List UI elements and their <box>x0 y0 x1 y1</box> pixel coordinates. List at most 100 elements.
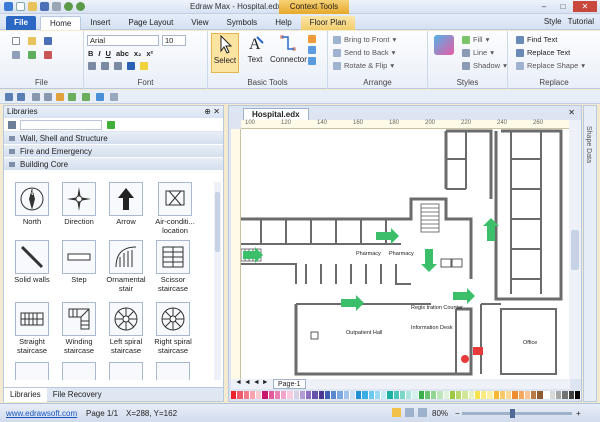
find-text-row[interactable]: Find Text <box>516 35 557 44</box>
app-icon[interactable] <box>4 2 13 11</box>
shape-data-sidebar[interactable]: Shape Data <box>583 105 597 402</box>
new-icon[interactable] <box>16 2 25 11</box>
zoom-slider[interactable] <box>462 409 572 418</box>
shape-north[interactable]: N North <box>8 182 56 226</box>
pin-icon[interactable]: ⊕ <box>204 106 211 118</box>
tab-page-layout[interactable]: Page Layout <box>119 16 182 30</box>
font-name-combo[interactable]: Arial <box>87 35 159 46</box>
font-size-combo[interactable]: 10 <box>162 35 186 46</box>
subscript-button[interactable]: x₂ <box>134 49 142 58</box>
canvas-scroll-thumb[interactable] <box>571 230 579 270</box>
tab-view[interactable]: View <box>182 16 217 30</box>
undo-small-icon[interactable] <box>5 93 13 101</box>
tab-help[interactable]: Help <box>266 16 300 30</box>
zoom-thumb[interactable] <box>510 409 515 418</box>
shape-partial-1[interactable] <box>8 362 56 380</box>
text-button[interactable]: A Text <box>242 33 268 73</box>
shape-solid-walls[interactable]: Solid walls <box>8 240 56 284</box>
close-doc-icon[interactable] <box>44 51 52 59</box>
shape-air-conditioner[interactable]: Air-conditi... location <box>149 182 201 235</box>
open-folder-icon[interactable] <box>28 37 36 45</box>
shape-right-spiral[interactable]: Right spiral staircase <box>149 302 197 355</box>
tab-home[interactable]: Home <box>40 16 82 30</box>
rect-tool-icon[interactable] <box>308 46 316 54</box>
shape-left-spiral[interactable]: Left spiral staircase <box>102 302 150 355</box>
highlight-icon[interactable] <box>140 62 148 70</box>
shape-scissor-staircase[interactable]: Scissor staircase <box>149 240 197 293</box>
shape-ornamental-stair[interactable]: Ornamental stair <box>102 240 150 293</box>
page-tab[interactable]: Page-1 <box>273 379 306 389</box>
group-icon[interactable] <box>82 93 90 101</box>
document-tab[interactable]: Hospital.edx <box>243 108 309 120</box>
view-normal-icon[interactable] <box>392 408 401 417</box>
print-icon[interactable] <box>52 2 61 11</box>
rotate-flip-row[interactable]: Rotate & Flip ▾ <box>333 61 394 70</box>
doc-close-icon[interactable]: ✕ <box>568 108 575 117</box>
footer-tab-libraries[interactable]: Libraries <box>4 387 47 402</box>
scroll-thumb[interactable] <box>215 192 220 252</box>
italic-button[interactable]: I <box>98 49 100 58</box>
tab-symbols[interactable]: Symbols <box>218 16 267 30</box>
export-icon[interactable] <box>28 51 36 59</box>
shape-direction[interactable]: Direction <box>55 182 103 226</box>
library-menu-icon[interactable] <box>8 121 16 129</box>
line-tool-icon[interactable] <box>308 35 316 43</box>
align-right-icon[interactable] <box>114 62 122 70</box>
footer-tab-file-recovery[interactable]: File Recovery <box>47 388 108 402</box>
new-doc-icon[interactable] <box>12 37 20 45</box>
line-row[interactable]: Line ▾ <box>462 48 494 57</box>
tab-floor-plan[interactable]: Floor Plan <box>300 16 356 30</box>
align-center-icon[interactable] <box>101 62 109 70</box>
shape-partial-2[interactable] <box>55 362 103 380</box>
undo-icon[interactable] <box>64 2 73 11</box>
replace-shape-row[interactable]: Replace Shape ▾ <box>516 61 585 70</box>
send-back-row[interactable]: Send to Back ▾ <box>333 48 395 57</box>
library-dropdown[interactable] <box>20 120 102 130</box>
page-nav-arrows[interactable]: ◄◄◄► <box>235 379 271 386</box>
align-icon[interactable] <box>96 93 104 101</box>
palette-swatch[interactable] <box>574 391 581 399</box>
view-fit-icon[interactable] <box>418 408 427 417</box>
font-color-icon[interactable] <box>127 62 135 70</box>
replace-text-row[interactable]: Replace Text <box>516 48 570 57</box>
panel-close-icon[interactable]: ✕ <box>213 106 220 118</box>
paste-icon[interactable] <box>56 93 64 101</box>
select-button[interactable]: Select <box>211 33 239 73</box>
print-preview-icon[interactable] <box>12 51 20 59</box>
open-icon[interactable] <box>28 2 37 11</box>
maximize-icon[interactable]: □ <box>554 1 572 12</box>
superscript-button[interactable]: x² <box>146 49 153 58</box>
category-wall-shell[interactable]: Wall, Shell and Structure <box>4 132 223 145</box>
shape-step[interactable]: Step <box>55 240 103 284</box>
more-tools-icon[interactable] <box>110 93 118 101</box>
format-painter-icon[interactable] <box>68 93 76 101</box>
underline-button[interactable]: U <box>106 49 111 58</box>
align-left-icon[interactable] <box>88 62 96 70</box>
arc-tool-icon[interactable] <box>308 57 316 65</box>
save-icon[interactable] <box>40 2 49 11</box>
minimize-icon[interactable]: – <box>535 1 553 12</box>
shadow-row[interactable]: Shadow ▾ <box>462 61 507 70</box>
cut-icon[interactable] <box>32 93 40 101</box>
zoom-in-icon[interactable]: + <box>576 409 581 418</box>
floor-plan-canvas[interactable]: Pharmacy Pharmacy Outpatient Hall Regis … <box>241 129 570 379</box>
zoom-out-icon[interactable]: − <box>455 409 460 418</box>
bold-button[interactable]: B <box>88 49 93 58</box>
style-menu[interactable]: Style <box>544 17 562 26</box>
tutorial-menu[interactable]: Tutorial <box>568 17 594 26</box>
canvas-vertical-scrollbar[interactable] <box>569 120 581 379</box>
connector-button[interactable]: Connector <box>270 33 307 73</box>
library-scrollbar[interactable] <box>214 182 221 380</box>
context-tools-tab[interactable]: Context Tools <box>279 0 349 14</box>
category-building-core[interactable]: Building Core <box>4 158 223 171</box>
category-fire-emergency[interactable]: Fire and Emergency <box>4 145 223 158</box>
bring-front-row[interactable]: Bring to Front ▾ <box>333 35 396 44</box>
copy-icon[interactable] <box>44 93 52 101</box>
tab-insert[interactable]: Insert <box>81 16 119 30</box>
quick-style-button[interactable] <box>432 35 456 57</box>
strike-button[interactable]: abc <box>116 49 129 58</box>
redo-small-icon[interactable] <box>17 93 25 101</box>
shape-winding-staircase[interactable]: Winding staircase <box>55 302 103 355</box>
shape-arrow[interactable]: Arrow <box>102 182 150 226</box>
file-menu-button[interactable]: File <box>6 16 36 30</box>
